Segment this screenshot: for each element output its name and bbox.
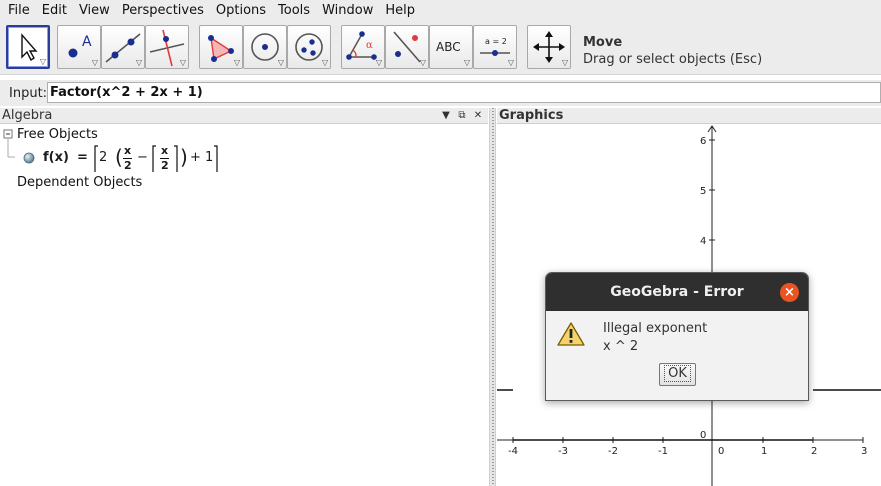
inner-fraction-denominator: 2	[161, 159, 169, 172]
function-plus-one: + 1	[190, 150, 214, 165]
menu-window[interactable]: Window	[316, 0, 379, 21]
dialog-title: GeoGebra - Error	[546, 273, 808, 311]
view-splitter[interactable]	[489, 108, 496, 486]
right-paren: )	[180, 145, 188, 169]
x-tick-label: 1	[761, 446, 767, 457]
function-equals: =	[77, 150, 88, 165]
left-paren: (	[115, 145, 123, 169]
menu-bar: File Edit View Perspectives Options Tool…	[0, 0, 881, 21]
toolbar: ▽ A ▽ ▽ ▽ ▽ ▽ ▽ α ▽ ▽ ABC ▽ a = 2 ▽ ▽ Mo…	[0, 21, 881, 75]
move-tool-button[interactable]: ▽	[6, 25, 50, 69]
svg-text:A: A	[82, 34, 92, 50]
dropdown-triangle-icon: ▽	[507, 58, 514, 67]
graphics-view-header: Graphics	[497, 108, 881, 124]
function-minus: −	[137, 150, 148, 165]
text-tool-button[interactable]: ABC ▽	[429, 25, 473, 69]
dropdown-triangle-icon: ▽	[135, 58, 142, 67]
ok-button-label: OK	[664, 365, 691, 382]
dropdown-triangle-icon: ▽	[39, 57, 46, 66]
circle-tool-button[interactable]: ▽	[243, 25, 287, 69]
dropdown-triangle-icon: ▽	[561, 58, 568, 67]
input-label: Input:	[9, 85, 48, 101]
x-tick-label: 3	[861, 446, 867, 457]
free-objects-label[interactable]: Free Objects	[17, 127, 98, 142]
dropdown-triangle-icon: ▽	[277, 58, 284, 67]
error-detail: x ^ 2	[603, 339, 639, 354]
x-tick-label: -4	[508, 446, 518, 457]
move-graphics-view-tool-button[interactable]: ▽	[527, 25, 571, 69]
close-view-icon[interactable]: ✕	[472, 110, 484, 122]
x-tick-label: -3	[558, 446, 568, 457]
reflect-tool-button[interactable]: ▽	[385, 25, 429, 69]
warning-icon	[557, 322, 585, 346]
error-message: Illegal exponent	[603, 321, 708, 336]
algebra-view: Free Objects f(x) = 2 ( x 2 − x 2) + 1 …	[0, 125, 488, 486]
menu-file[interactable]: File	[2, 0, 36, 21]
graphics-view-title: Graphics	[499, 108, 564, 123]
dropdown-triangle-icon: ▽	[463, 58, 470, 67]
function-coefficient: 2	[99, 150, 108, 165]
x-tick-label: -2	[608, 446, 618, 457]
menu-help[interactable]: Help	[379, 0, 421, 21]
menu-edit[interactable]: Edit	[36, 0, 73, 21]
ok-button[interactable]: OK	[659, 363, 696, 386]
dropdown-triangle-icon: ▽	[375, 58, 382, 67]
view-menu-icon[interactable]: ▼	[440, 110, 452, 122]
point-tool-button[interactable]: A ▽	[57, 25, 101, 69]
dropdown-triangle-icon: ▽	[419, 58, 426, 67]
menu-tools[interactable]: Tools	[272, 0, 316, 21]
fraction-numerator: x	[124, 144, 132, 157]
dialog-close-button[interactable]: ×	[780, 283, 799, 302]
visibility-toggle-icon[interactable]	[23, 152, 35, 164]
x-tick-label: 0	[718, 446, 724, 457]
circle-three-points-tool-button[interactable]: ▽	[287, 25, 331, 69]
x-tick-label: 2	[811, 446, 817, 457]
angle-tool-button[interactable]: α ▽	[341, 25, 385, 69]
fraction-denominator: 2	[124, 159, 132, 172]
tool-help: Move Drag or select objects (Esc)	[583, 35, 762, 67]
dropdown-triangle-icon: ▽	[91, 58, 98, 67]
tool-help-text: Drag or select objects (Esc)	[583, 52, 763, 67]
tool-help-title: Move	[583, 35, 623, 50]
text-tool-label: ABC	[436, 40, 461, 54]
tree-lines	[3, 129, 15, 158]
undock-icon[interactable]: ⧉	[456, 110, 468, 122]
input-bar: Input:	[0, 80, 881, 106]
line-tool-button[interactable]: ▽	[101, 25, 145, 69]
y-tick-label: 6	[700, 136, 706, 147]
input-field[interactable]	[47, 82, 881, 103]
dependent-objects-label[interactable]: Dependent Objects	[17, 175, 142, 190]
dropdown-triangle-icon: ▽	[321, 58, 328, 67]
x-tick-label: -1	[658, 446, 668, 457]
algebra-view-header: Algebra ▼ ⧉ ✕	[0, 108, 488, 124]
perpendicular-tool-button[interactable]: ▽	[145, 25, 189, 69]
y-tick-label: 4	[700, 236, 706, 247]
polygon-tool-button[interactable]: ▽	[199, 25, 243, 69]
error-dialog: GeoGebra - Error × Illegal exponent x ^ …	[545, 272, 809, 401]
algebra-view-title: Algebra	[2, 108, 53, 123]
dropdown-triangle-icon: ▽	[179, 58, 186, 67]
slider-tool-label: a = 2	[485, 37, 507, 46]
inner-fraction-numerator: x	[161, 144, 169, 157]
right-floor-bracket	[214, 145, 218, 172]
menu-options[interactable]: Options	[210, 0, 272, 21]
dropdown-triangle-icon: ▽	[233, 58, 240, 67]
y-tick-label: 5	[700, 186, 706, 197]
svg-text:α: α	[366, 40, 373, 51]
menu-view[interactable]: View	[73, 0, 116, 21]
menu-perspectives[interactable]: Perspectives	[116, 0, 210, 21]
slider-tool-button[interactable]: a = 2 ▽	[473, 25, 517, 69]
function-name: f(x)	[43, 150, 69, 165]
